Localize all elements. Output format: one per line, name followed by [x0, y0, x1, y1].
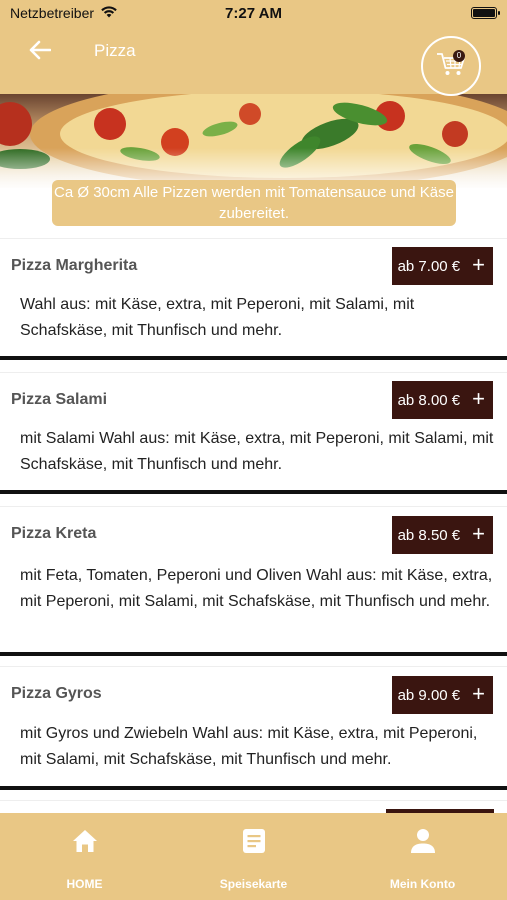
item-description: mit Gyros und Zwiebeln Wahl aus: mit Käs… [20, 725, 478, 768]
card-divider [0, 490, 507, 494]
arrow-left-icon [29, 40, 52, 65]
plus-icon: + [472, 386, 485, 411]
plus-icon: + [472, 681, 485, 706]
card-divider [0, 786, 507, 790]
item-description: mit Salami Wahl aus: mit Käse, extra, mi… [20, 430, 494, 473]
item-price: ab 8.50 € [397, 526, 461, 544]
pizza-hero-image [0, 94, 507, 188]
menu-item-card[interactable]: Pizza Gyros ab 9.00 € + mit Gyros und Zw… [0, 666, 507, 790]
nav-speisekarte[interactable]: Speisekarte [184, 827, 324, 891]
home-icon [72, 827, 98, 855]
menu-item-card[interactable]: Pizza Margherita ab 7.00 € + Wahl aus: m… [0, 238, 507, 360]
add-to-cart-button[interactable]: ab 9.00 € + [391, 676, 493, 714]
item-name: Pizza Margherita [11, 257, 138, 274]
back-button[interactable] [24, 36, 56, 68]
carrier-label: Netzbetreiber [10, 5, 95, 21]
item-name: Pizza Gyros [11, 685, 102, 702]
cart-count-badge: 0 [453, 50, 465, 62]
nav-mein-konto-label: Mein Konto [389, 877, 456, 891]
item-price: ab 8.00 € [397, 391, 461, 409]
app-header: Pizza 0 [0, 26, 507, 96]
plus-icon: + [472, 252, 485, 277]
status-left: Netzbetreiber [10, 5, 118, 21]
item-name: Pizza Salami [11, 391, 108, 408]
status-bar: Netzbetreiber 7:27 AM [0, 0, 507, 26]
card-divider [0, 652, 507, 656]
menu-item-card[interactable]: Pizza Kreta ab 8.50 € + mit Feta, Tomate… [0, 506, 507, 656]
card-divider [0, 356, 507, 360]
item-price: ab 9.00 € [397, 686, 461, 704]
page-title: Pizza [94, 41, 136, 60]
person-icon [410, 827, 436, 855]
info-banner: Ca Ø 30cm Alle Pizzen werden mit Tomaten… [52, 180, 456, 226]
plus-icon: + [472, 521, 485, 546]
item-price: ab 7.00 € [397, 257, 461, 275]
add-to-cart-button[interactable]: ab 8.50 € + [391, 516, 493, 554]
item-description: mit Feta, Tomaten, Peperoni und Oliven W… [20, 567, 493, 610]
item-description: Wahl aus: mit Käse, extra, mit Peperoni,… [20, 296, 415, 339]
cart-button[interactable]: 0 [421, 36, 481, 96]
nav-mein-konto[interactable]: Mein Konto [353, 827, 493, 891]
menu-item-card[interactable]: Pizza Salami ab 8.00 € + mit Salami Wahl… [0, 372, 507, 494]
nav-home[interactable]: HOME [15, 827, 155, 891]
add-to-cart-button[interactable]: ab 8.00 € + [391, 381, 493, 419]
battery-icon [471, 7, 500, 19]
nav-speisekarte-label: Speisekarte [219, 877, 288, 891]
nav-home-label: HOME [66, 877, 103, 891]
wifi-icon [100, 5, 118, 21]
add-to-cart-button[interactable]: ab 7.00 € + [391, 247, 493, 285]
bottom-navigation: HOME Speisekarte Mein Konto [0, 813, 507, 900]
item-name: Pizza Kreta [11, 525, 97, 542]
menu-book-icon [242, 827, 266, 855]
